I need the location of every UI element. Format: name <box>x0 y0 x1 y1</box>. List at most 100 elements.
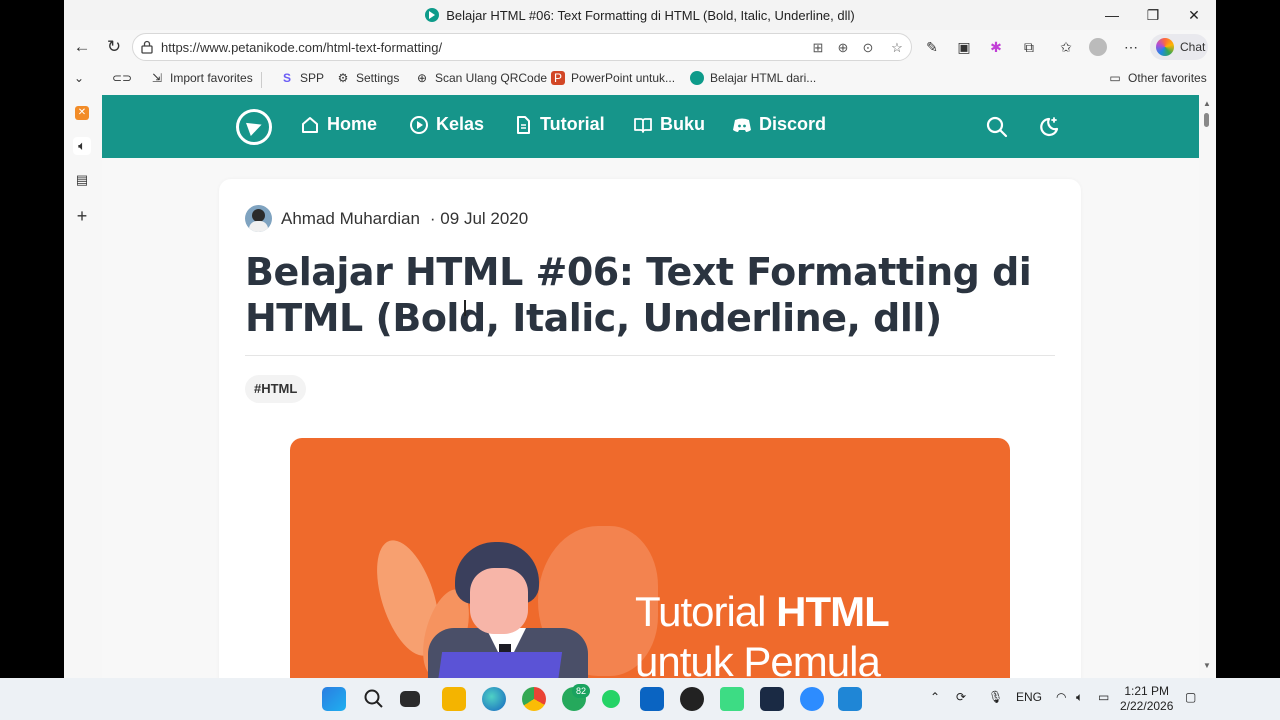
zoom-icon[interactable]: ⊕ <box>836 41 850 55</box>
banner-title-line-2: untuk Pemula <box>635 638 881 678</box>
extensions-icon[interactable]: ⧉ <box>1019 38 1039 56</box>
sparkle-icon[interactable]: ✱ <box>986 38 1006 56</box>
split-screen-icon[interactable]: ⊞ <box>811 41 825 55</box>
search-icon[interactable] <box>985 115 1009 139</box>
article-banner-image: Tutorial HTML untuk Pemula <box>290 438 1010 678</box>
screenshot-icon[interactable]: ▣ <box>954 38 974 56</box>
petanikode-favicon-icon <box>425 8 440 22</box>
title-line-2: HTML (Bold, Italic, Underline, dll) <box>245 296 942 340</box>
nav-label: Home <box>327 114 378 134</box>
globe-icon: ⊕ <box>416 71 428 85</box>
start-button-icon[interactable] <box>322 687 346 711</box>
profile-avatar[interactable] <box>1088 38 1108 56</box>
chat-label: Chat <box>1180 40 1206 54</box>
language-indicator[interactable]: ENG <box>1016 690 1042 704</box>
gear-icon: ⚙ <box>337 71 349 85</box>
tray-chevron-icon[interactable]: ⌃ <box>930 690 940 704</box>
pen-icon[interactable]: ✎ <box>922 38 942 56</box>
back-button[interactable]: ← <box>70 36 94 58</box>
close-button[interactable]: ✕ <box>1174 0 1214 30</box>
nav-home[interactable]: Home <box>300 114 377 135</box>
add-icon[interactable]: + <box>73 207 91 225</box>
favorite-powerpoint[interactable]: P PowerPoint untuk... <box>551 71 675 85</box>
lock-icon <box>141 40 153 54</box>
other-favorites-label: Other favorites <box>1128 71 1207 85</box>
volume-icon[interactable]: 🔈︎ <box>1076 690 1083 705</box>
app-icon[interactable] <box>760 687 784 711</box>
text-cursor <box>464 300 472 316</box>
s-logo-icon: S <box>282 71 291 85</box>
scrollbar-thumb[interactable] <box>1204 113 1209 127</box>
microphone-icon[interactable]: 🎙︎ <box>988 690 1003 704</box>
favorites-bar: ⌄ ⊂⊃ ⇲ Import favorites S SPP ⚙ Settings ⊕ S… <box>64 64 1216 94</box>
browser-window: Belajar HTML #06: Text Formatting di HTM… <box>64 0 1216 678</box>
vscode-icon[interactable] <box>838 687 862 711</box>
discord-icon <box>733 118 751 132</box>
favorite-label: Import favorites <box>170 71 253 85</box>
site-navbar: Home Kelas Tutorial Buku Discord <box>102 95 1199 158</box>
edge-browser-icon[interactable] <box>482 687 506 711</box>
outlook-icon[interactable] <box>640 687 664 711</box>
favorite-label: Settings <box>356 71 400 85</box>
android-studio-icon[interactable] <box>720 687 744 711</box>
petanikode-logo[interactable] <box>236 109 272 145</box>
home-icon <box>302 116 318 133</box>
favorites-icon[interactable]: ✩ <box>1056 38 1076 56</box>
author-name[interactable]: Ahmad Muhardian <box>281 209 420 229</box>
play-circle-icon <box>410 115 428 134</box>
obs-icon[interactable] <box>680 687 704 711</box>
tag-html[interactable]: #HTML <box>245 375 307 403</box>
favorite-import[interactable]: ⇲ Import favorites <box>150 71 253 85</box>
minimize-button[interactable]: — <box>1092 0 1132 30</box>
folder-icon: ▭ <box>1109 71 1121 85</box>
clock-time: 1:21 PM <box>1124 684 1170 698</box>
more-tools-icon[interactable]: ⊙ <box>861 41 875 55</box>
article-card: Ahmad Muhardian · 09 Jul 2020 Belajar HT… <box>219 179 1081 678</box>
refresh-button[interactable]: ↻ <box>102 36 126 58</box>
collapse-chevron-icon[interactable]: ⌄ <box>74 71 84 85</box>
file-explorer-icon[interactable] <box>442 687 466 711</box>
notification-icon[interactable]: ▢ <box>1185 690 1196 704</box>
copilot-chat-button[interactable]: Chat <box>1150 34 1208 60</box>
chrome-icon[interactable] <box>522 687 546 711</box>
favorite-settings[interactable]: ⚙ Settings <box>336 71 400 85</box>
sync-icon[interactable]: ⟳ <box>956 690 966 704</box>
scrollbar[interactable]: ▲ ▼ <box>1199 95 1216 678</box>
favorite-spp[interactable]: S SPP <box>280 71 324 85</box>
banner-title-line-1: Tutorial HTML <box>635 588 890 635</box>
zoom-icon[interactable] <box>800 687 824 711</box>
search-taskbar-icon[interactable] <box>362 687 386 711</box>
collections-icon[interactable]: ⊂⊃ <box>112 71 132 85</box>
other-favorites[interactable]: ▭ Other favorites <box>1108 71 1207 85</box>
page-title: Belajar HTML #06: Text Formatting di HTM… <box>245 249 1065 341</box>
favorite-scan-qrcode[interactable]: ⊕ Scan Ulang QRCode <box>415 71 547 85</box>
battery-icon[interactable]: ▭ <box>1098 690 1109 704</box>
author-line: Ahmad Muhardian · 09 Jul 2020 <box>245 205 528 232</box>
system-clock[interactable]: 1:21 PM 2/22/2026 <box>1120 684 1173 714</box>
windows-taskbar: ⌃ ⟳ 🎙︎ ENG ◠ 🔈︎ ▭ 1:21 PM 2/22/2026 ▢ <box>0 678 1280 720</box>
clock-date: 2/22/2026 <box>1120 699 1174 713</box>
nav-label: Kelas <box>436 114 485 134</box>
petanikode-icon <box>690 71 704 85</box>
whatsapp-badge: 82 <box>572 684 590 698</box>
task-view-icon[interactable] <box>400 691 420 707</box>
dark-mode-toggle-icon[interactable] <box>1035 115 1059 139</box>
nav-discord[interactable]: Discord <box>732 114 826 135</box>
avatar[interactable] <box>245 205 272 232</box>
nav-kelas[interactable]: Kelas <box>409 114 484 135</box>
speaker-icon[interactable]: 🔈︎ <box>73 137 91 155</box>
menu-dots-icon[interactable]: ⋯ <box>1121 38 1141 56</box>
restore-button[interactable]: ❐ <box>1133 0 1173 30</box>
wifi-icon[interactable]: ◠ <box>1056 690 1066 704</box>
calendar-icon[interactable]: ▤ <box>73 171 91 189</box>
powerpoint-icon: P <box>551 71 565 85</box>
nav-buku[interactable]: Buku <box>633 114 705 135</box>
address-bar[interactable]: https://www.petanikode.com/html-text-for… <box>132 33 912 61</box>
favorite-belajar-html[interactable]: Belajar HTML dari... <box>690 71 816 85</box>
xampp-icon[interactable]: ✕ <box>75 106 89 120</box>
publish-date: · 09 Jul 2020 <box>429 208 529 228</box>
whatsapp-web-icon[interactable] <box>602 690 620 708</box>
edge-sidebar: ✕ 🔈︎ ▤ + <box>64 95 100 678</box>
favorite-star-icon[interactable]: ☆ <box>890 41 904 55</box>
nav-tutorial[interactable]: Tutorial <box>513 114 605 135</box>
